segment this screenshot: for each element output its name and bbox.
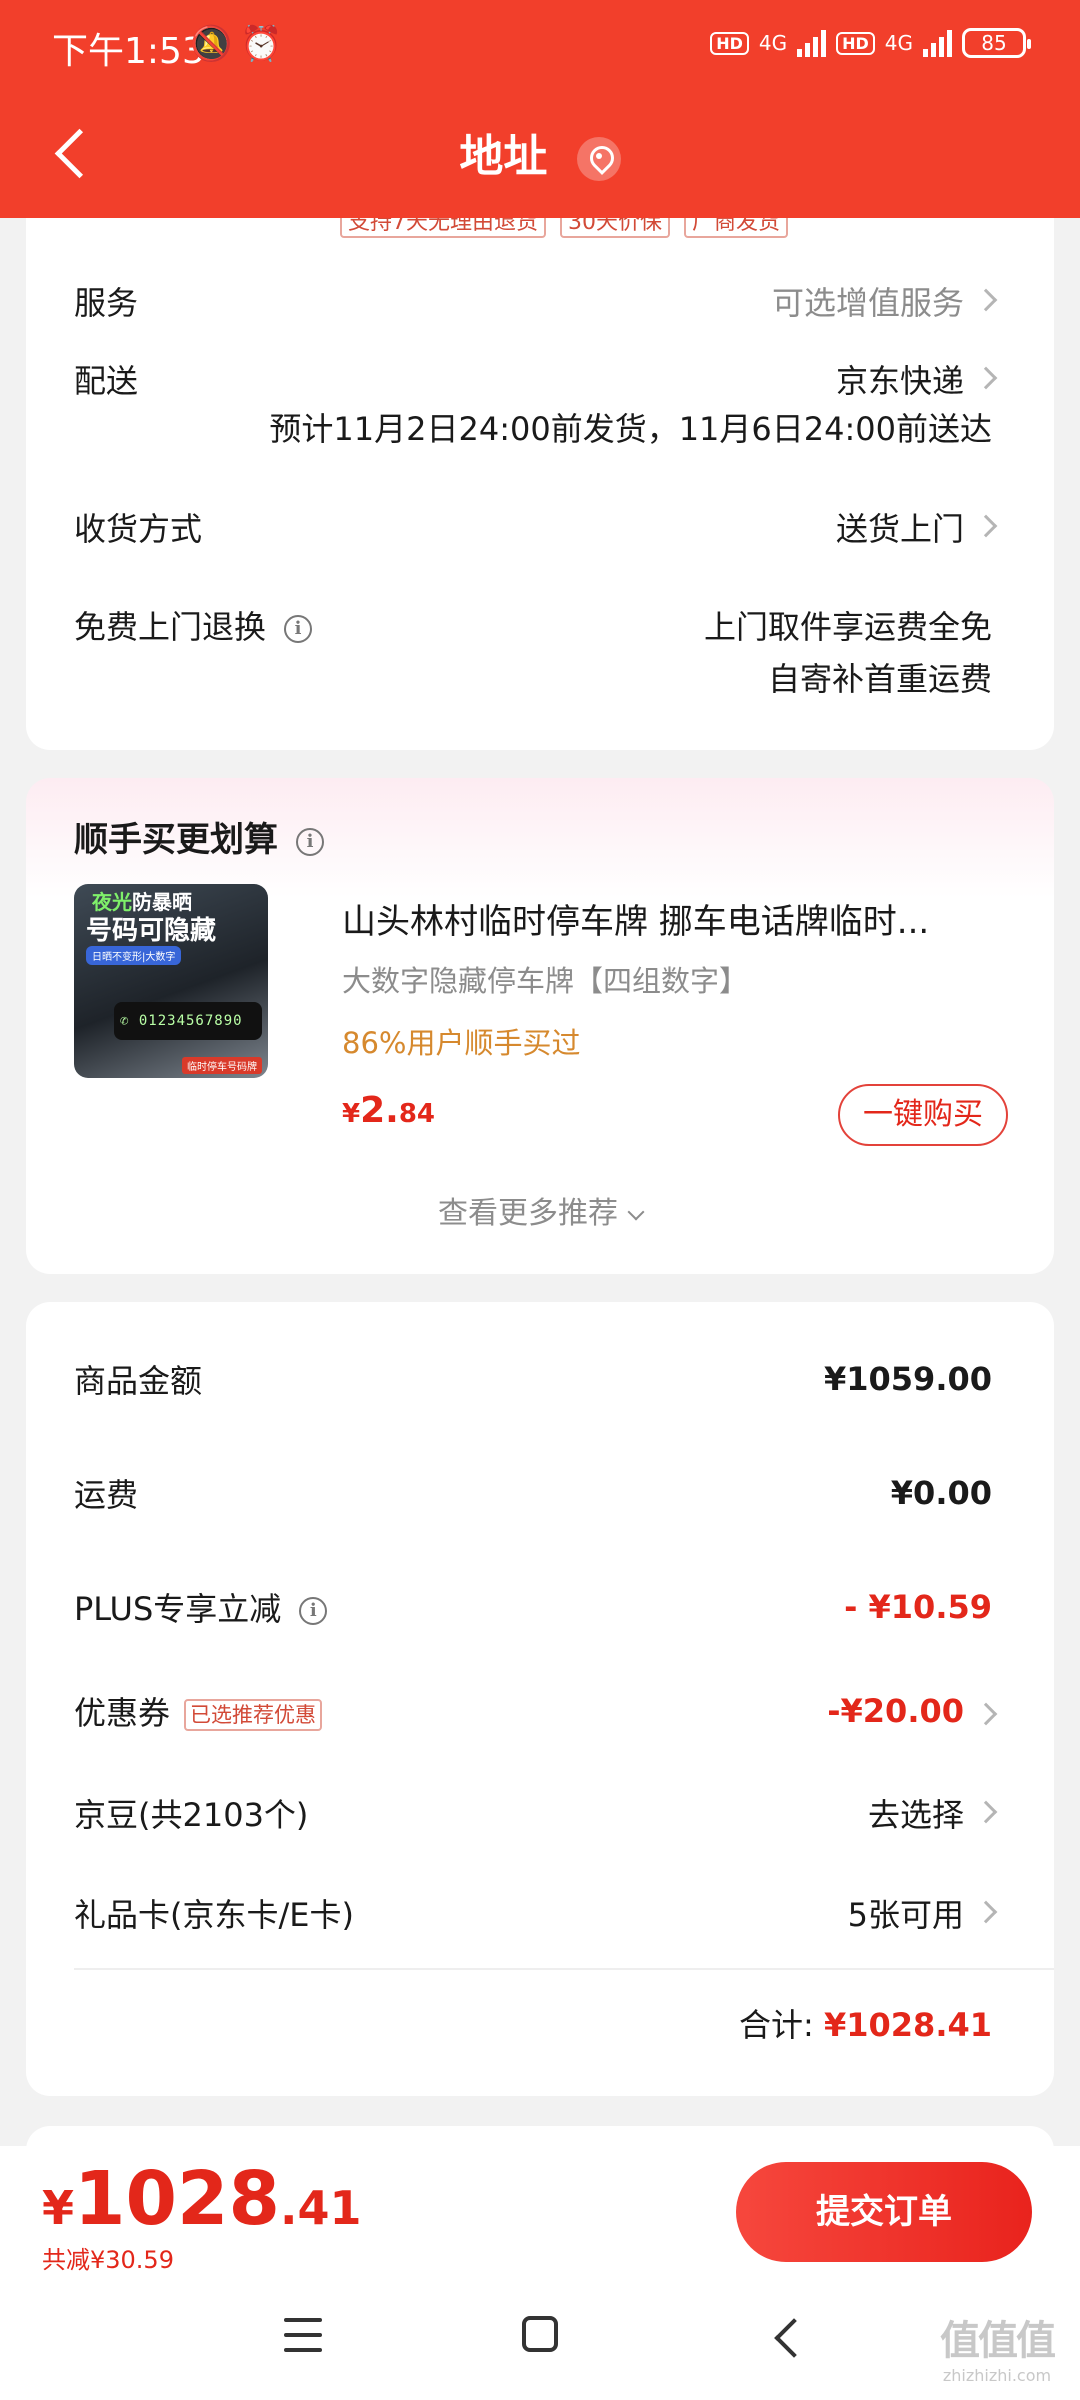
receive-value[interactable]: 送货上门 xyxy=(836,504,964,550)
checkout-bar: ¥1028.41 共减¥30.59 提交订单 xyxy=(0,2146,1080,2286)
service-value[interactable]: 可选增值服务 xyxy=(772,278,964,324)
total-saved[interactable]: 共减¥30.59 xyxy=(42,2240,174,2275)
coupon-badge: 已选推荐优惠 xyxy=(184,1699,323,1731)
shipping-value[interactable]: 京东快递 xyxy=(836,356,964,402)
one-click-buy-button[interactable]: 一键购买 xyxy=(838,1084,1008,1146)
mute-icon: 🔕 xyxy=(190,24,233,64)
status-right: HD 4G HD 4G 85 xyxy=(710,28,1031,58)
chevron-down-icon xyxy=(627,1203,645,1221)
giftcard-value[interactable]: 5张可用 xyxy=(848,1890,964,1936)
battery-icon: 85 xyxy=(962,28,1031,58)
chevron-right-icon xyxy=(974,366,998,390)
amount-card: 商品金额 ¥1059.00 运费 ¥0.00 PLUS专享立减 i - ¥10.5… xyxy=(26,1302,1054,2096)
product-thumbnail[interactable]: 夜光防暴晒 号码可隐藏 日晒不变形|大数字 ✆ 01234567890 临时停车… xyxy=(74,884,268,1078)
chevron-right-icon xyxy=(974,1900,998,1924)
total-int: 1028 xyxy=(74,2156,280,2242)
see-more-label: 查看更多推荐 xyxy=(438,1196,618,1231)
divider xyxy=(74,1968,1054,1970)
free-return-line1: 上门取件享运费全免 xyxy=(703,608,992,646)
network-label-2: 4G xyxy=(884,31,913,55)
freight-label: 运费 xyxy=(74,1476,139,1514)
hd-icon: HD xyxy=(710,31,749,55)
hd-icon-2: HD xyxy=(836,31,875,55)
price-currency: ¥ xyxy=(342,1099,361,1129)
info-icon[interactable]: i xyxy=(284,615,313,643)
thumb-plate-number: 01234567890 xyxy=(138,1013,243,1029)
home-icon[interactable] xyxy=(522,2316,558,2352)
chevron-right-icon xyxy=(974,288,998,312)
alarm-icon: ⏰ xyxy=(240,24,283,64)
chevron-right-icon xyxy=(974,514,998,538)
subtotal: 合计: ¥1028.41 xyxy=(739,2000,992,2046)
product-spec: 大数字隐藏停车牌【四组数字】 xyxy=(342,964,749,998)
info-icon[interactable]: i xyxy=(299,1597,328,1625)
plus-discount-value: - ¥10.59 xyxy=(844,1588,992,1626)
submit-order-button[interactable]: 提交订单 xyxy=(736,2162,1032,2262)
back-icon[interactable] xyxy=(768,2318,808,2358)
info-icon[interactable]: i xyxy=(296,827,324,856)
battery-level: 85 xyxy=(981,31,1007,55)
social-proof: 86%用户顺手买过 xyxy=(342,1026,581,1060)
freight-value: ¥0.00 xyxy=(890,1474,992,1512)
total-price: ¥1028.41 xyxy=(42,2156,361,2242)
thumb-badge: 日晒不变形|大数字 xyxy=(86,946,182,965)
thumb-corner: 临时停车号码牌 xyxy=(182,1057,262,1074)
total-currency: ¥ xyxy=(42,2181,75,2235)
chevron-right-icon xyxy=(974,1702,998,1726)
plus-discount-text: PLUS专享立减 xyxy=(74,1590,282,1628)
jingdou-value[interactable]: 去选择 xyxy=(868,1790,964,1836)
subtotal-value: ¥1028.41 xyxy=(823,2006,992,2044)
signal-icon-1 xyxy=(797,29,827,57)
menu-icon[interactable] xyxy=(284,2318,322,2352)
jingdou-label: 京豆(共2103个) xyxy=(74,1796,309,1834)
receive-label: 收货方式 xyxy=(74,510,203,548)
coupon-text: 优惠券 xyxy=(74,1694,171,1732)
network-label-1: 4G xyxy=(758,31,788,55)
status-time: 下午1:53 xyxy=(52,31,205,72)
coupon-label: 优惠券 已选推荐优惠 xyxy=(74,1688,323,1734)
goods-amount-label: 商品金额 xyxy=(74,1362,203,1400)
watermark-logo: 值值值 xyxy=(940,2318,1056,2364)
recommendation-card: 顺手买更划算 i 夜光防暴晒 号码可隐藏 日晒不变形|大数字 ✆ 01234567… xyxy=(26,778,1054,1274)
price-dec: 84 xyxy=(398,1099,436,1129)
price-int: 2. xyxy=(360,1090,399,1131)
signal-icon-2 xyxy=(923,29,952,57)
chevron-right-icon xyxy=(974,1800,998,1824)
page-title-text: 地址 xyxy=(459,131,548,182)
product-name[interactable]: 山头林村临时停车牌 挪车电话牌临时... xyxy=(342,894,1002,943)
recommendation-title-text: 顺手买更划算 xyxy=(74,820,278,860)
plus-discount-label: PLUS专享立减 i xyxy=(74,1584,328,1630)
system-nav-bar: 值值值 zhizhizhi.com xyxy=(0,2286,1080,2400)
recommendation-title: 顺手买更划算 i xyxy=(74,812,324,861)
app-header: 下午1:53 🔕 ⏰ HD 4G HD 4G 85 地址 xyxy=(0,0,1080,218)
total-dec: .41 xyxy=(279,2181,362,2235)
watermark: 值值值 zhizhizhi.com xyxy=(922,2308,1072,2385)
goods-amount-value: ¥1059.00 xyxy=(823,1360,992,1398)
coupon-value[interactable]: -¥20.00 xyxy=(827,1692,964,1730)
service-label: 服务 xyxy=(74,284,139,322)
watermark-domain: zhizhizhi.com xyxy=(942,2366,1052,2385)
shipping-label: 配送 xyxy=(74,362,139,400)
see-more-recommendations[interactable]: 查看更多推荐 xyxy=(26,1188,1054,1232)
free-return-line2: 自寄补首重运费 xyxy=(767,660,992,698)
subtotal-label: 合计: xyxy=(739,2006,814,2044)
product-price: ¥2.84 xyxy=(342,1090,435,1131)
delivery-card: 服务 可选增值服务 配送 京东快递 预计11月2日24:00前发货，11月6日2… xyxy=(26,190,1054,750)
status-bar: 下午1:53 🔕 ⏰ HD 4G HD 4G 85 xyxy=(0,0,1080,92)
location-pin-icon xyxy=(576,137,621,181)
thumb-plate: ✆ 01234567890 xyxy=(114,1002,262,1040)
thumb-line2: 号码可隐藏 xyxy=(86,916,217,946)
shipping-estimate: 预计11月2日24:00前发货，11月6日24:00前送达 xyxy=(269,410,992,448)
free-return-label: 免费上门退换 i xyxy=(74,602,313,648)
free-return-text: 免费上门退换 xyxy=(74,608,267,646)
page-title[interactable]: 地址 xyxy=(0,120,1080,184)
giftcard-label: 礼品卡(京东卡/E卡) xyxy=(74,1896,354,1934)
